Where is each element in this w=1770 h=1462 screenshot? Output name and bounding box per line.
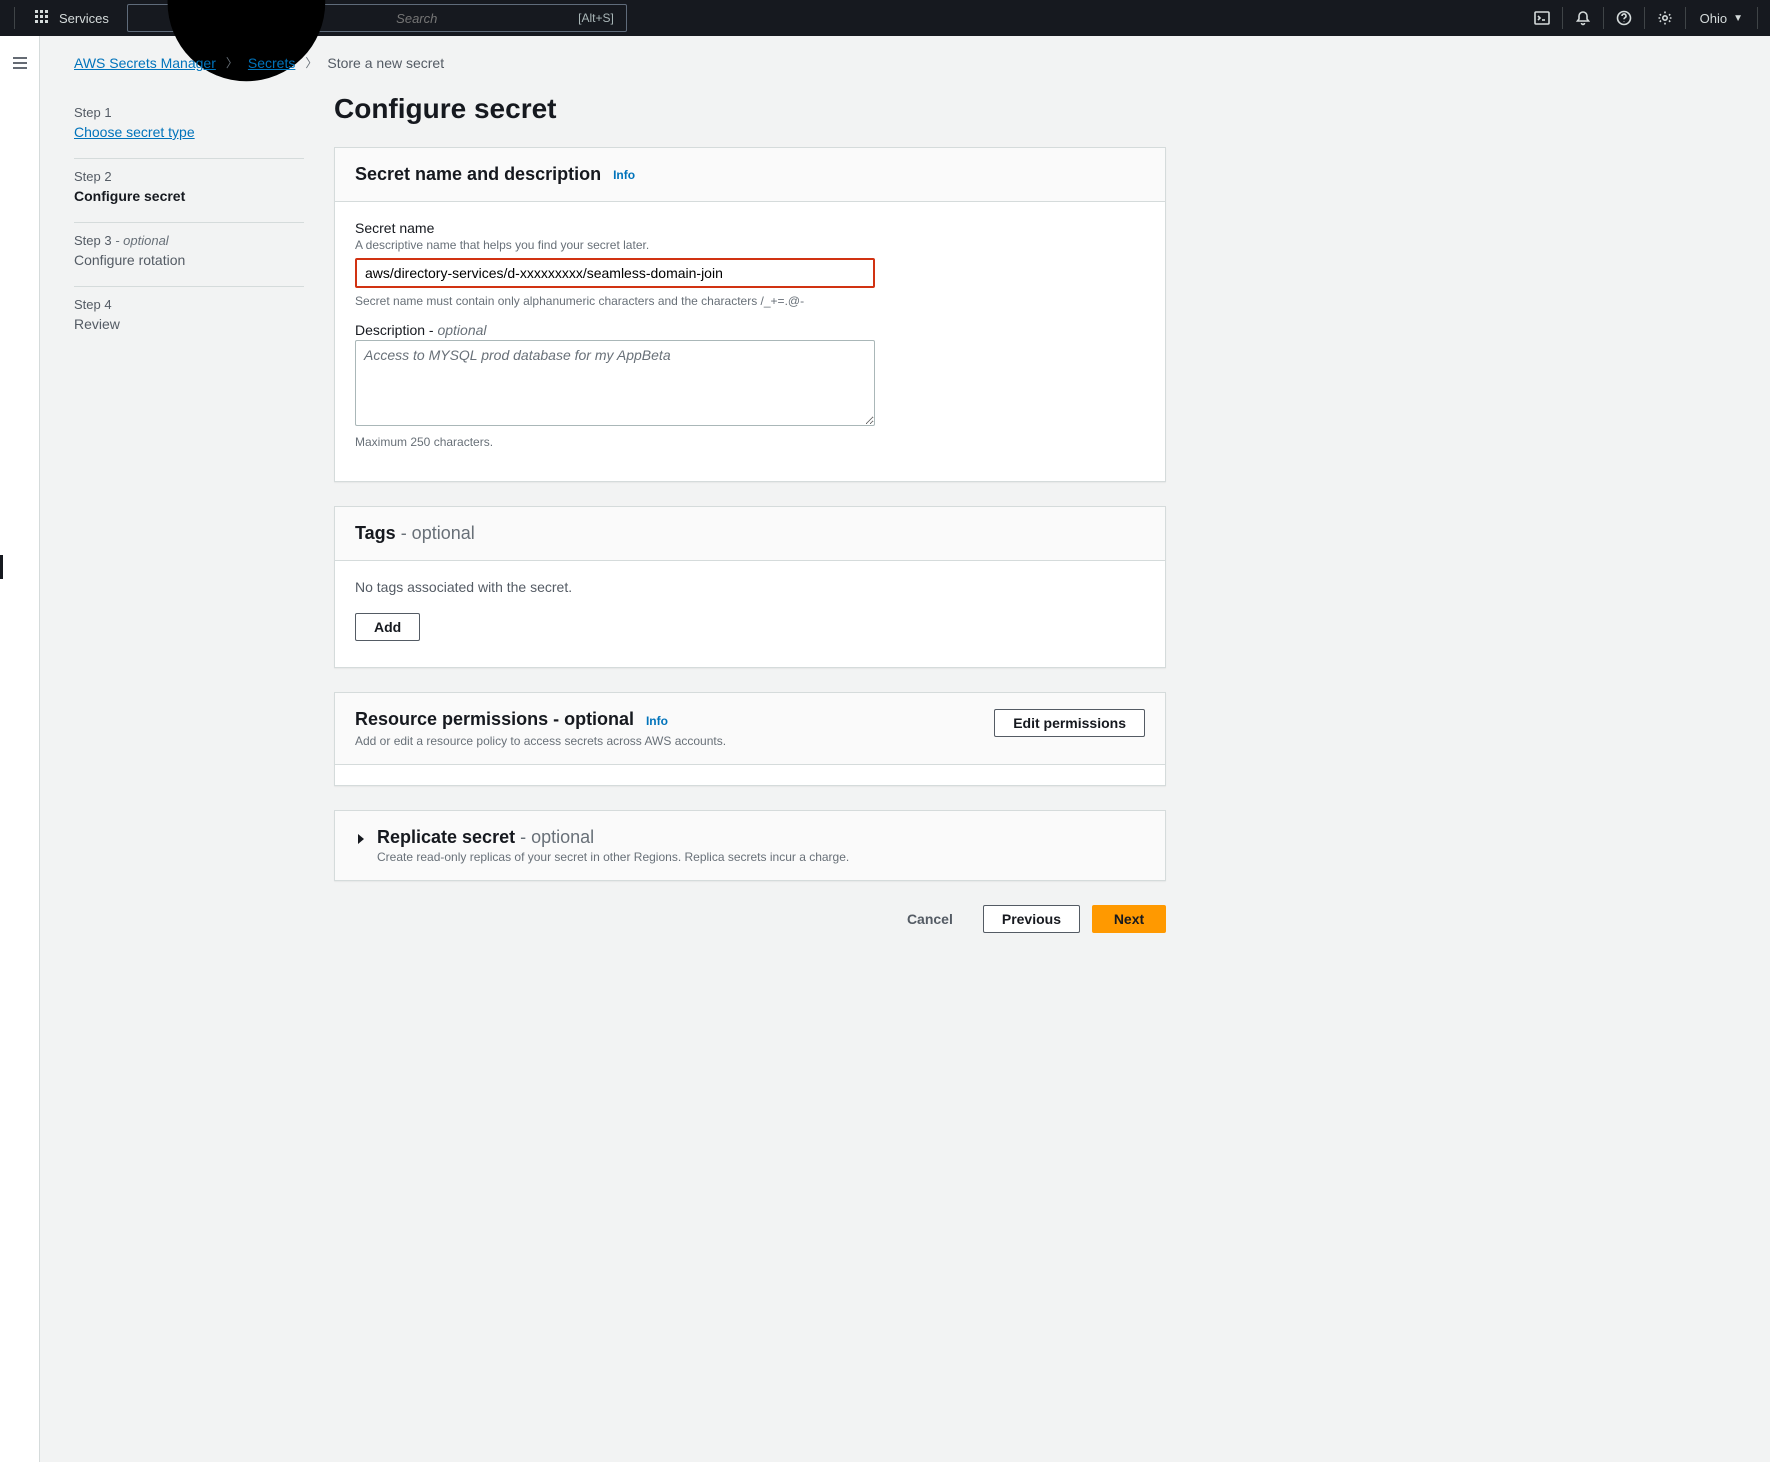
services-menu[interactable]: Services <box>29 6 115 30</box>
page-title: Configure secret <box>334 93 1166 125</box>
step-number: Step 1 <box>74 105 304 120</box>
region-label: Ohio <box>1700 11 1727 26</box>
panel-tags: Tags - optional No tags associated with … <box>334 506 1166 668</box>
add-tag-button[interactable]: Add <box>355 613 420 641</box>
settings-button[interactable] <box>1645 0 1685 36</box>
menu-icon <box>11 54 29 72</box>
panel-secret-name: Secret name and description Info Secret … <box>334 147 1166 482</box>
breadcrumb: AWS Secrets Manager 〉 Secrets 〉 Store a … <box>74 54 1166 71</box>
expand-caret-icon[interactable] <box>355 832 367 848</box>
nav-divider <box>1757 7 1758 29</box>
chevron-right-icon: 〉 <box>305 54 317 71</box>
top-nav: Services [Alt+S] Ohio ▼ <box>0 0 1770 36</box>
step-title-configure-secret: Configure secret <box>74 188 304 204</box>
panel-replicate-secret: Replicate secret - optional Create read-… <box>334 810 1166 881</box>
description-textarea[interactable] <box>355 340 875 426</box>
description-rule: Maximum 250 characters. <box>355 435 1145 449</box>
previous-button[interactable]: Previous <box>983 905 1080 933</box>
panel-header-secret-name: Secret name and description <box>355 164 601 185</box>
panel-header-tags: Tags - optional <box>355 523 475 544</box>
secret-name-input[interactable] <box>355 258 875 288</box>
help-button[interactable] <box>1604 0 1644 36</box>
wizard-step-3: Step 3 - optional Configure rotation <box>74 223 304 287</box>
chevron-right-icon: 〉 <box>226 54 238 71</box>
region-selector[interactable]: Ohio ▼ <box>1686 11 1757 26</box>
edit-permissions-button[interactable]: Edit permissions <box>994 709 1145 737</box>
breadcrumb-root[interactable]: AWS Secrets Manager <box>74 55 216 71</box>
search-input[interactable] <box>388 11 574 26</box>
step-number: Step 2 <box>74 169 304 184</box>
step-number: Step 3 - optional <box>74 233 304 248</box>
side-panel-toggle[interactable] <box>0 36 40 1462</box>
secret-name-hint: A descriptive name that helps you find y… <box>355 238 1145 252</box>
next-button[interactable]: Next <box>1092 905 1166 933</box>
step-title-review: Review <box>74 316 304 332</box>
nav-icon-group: Ohio ▼ <box>1522 0 1758 36</box>
cloudshell-icon <box>1534 10 1550 26</box>
replicate-desc: Create read-only replicas of your secret… <box>377 850 849 864</box>
panel-header-replicate: Replicate secret - optional <box>377 827 849 848</box>
side-accent <box>0 555 3 579</box>
secret-name-rule: Secret name must contain only alphanumer… <box>355 294 1145 308</box>
notifications-button[interactable] <box>1563 0 1603 36</box>
help-icon <box>1616 10 1632 26</box>
info-link[interactable]: Info <box>613 168 635 182</box>
step-link-choose-type[interactable]: Choose secret type <box>74 124 195 140</box>
services-label: Services <box>59 11 109 26</box>
search-shortcut: [Alt+S] <box>574 11 618 25</box>
permissions-desc: Add or edit a resource policy to access … <box>355 734 726 748</box>
bell-icon <box>1575 10 1591 26</box>
wizard-step-2: Step 2 Configure secret <box>74 159 304 223</box>
nav-divider <box>14 7 15 29</box>
chevron-down-icon: ▼ <box>1733 13 1743 24</box>
cancel-button[interactable]: Cancel <box>889 905 971 933</box>
services-grid-icon <box>35 10 51 26</box>
wizard-step-4: Step 4 Review <box>74 287 304 350</box>
gear-icon <box>1657 10 1673 26</box>
panel-header-permissions: Resource permissions - optional <box>355 709 634 729</box>
wizard-step-1: Step 1 Choose secret type <box>74 95 304 159</box>
info-link[interactable]: Info <box>646 714 668 728</box>
panel-resource-permissions: Resource permissions - optional Info Add… <box>334 692 1166 786</box>
breadcrumb-current: Store a new secret <box>327 55 444 71</box>
cloudshell-button[interactable] <box>1522 0 1562 36</box>
secret-name-label: Secret name <box>355 220 1145 236</box>
description-label: Description - optional <box>355 322 1145 338</box>
breadcrumb-secrets[interactable]: Secrets <box>248 55 295 71</box>
wizard-buttons: Cancel Previous Next <box>334 905 1166 933</box>
tags-empty-text: No tags associated with the secret. <box>355 579 1145 595</box>
step-number: Step 4 <box>74 297 304 312</box>
global-search[interactable]: [Alt+S] <box>127 4 627 32</box>
main-content: AWS Secrets Manager 〉 Secrets 〉 Store a … <box>40 36 1200 1462</box>
step-title-configure-rotation: Configure rotation <box>74 252 304 268</box>
wizard-nav: Step 1 Choose secret type Step 2 Configu… <box>74 91 304 933</box>
